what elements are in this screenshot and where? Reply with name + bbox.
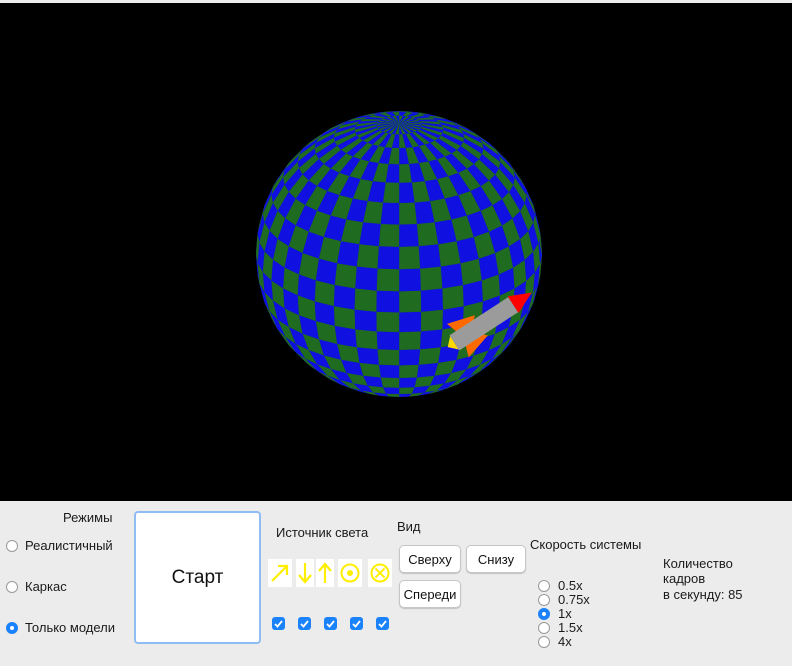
planet-tile <box>398 331 422 351</box>
planet-tile <box>359 221 382 247</box>
view-bottom-button[interactable]: Снизу <box>466 545 526 573</box>
fps-line-1: Количество <box>663 556 733 571</box>
view-front-button[interactable]: Спереди <box>399 580 461 608</box>
radio-icon[interactable] <box>538 635 550 648</box>
planet-tile <box>378 364 400 379</box>
planet-tile <box>398 364 420 379</box>
speed-label: 0.5x <box>558 578 583 593</box>
planet-tile <box>333 284 356 310</box>
fps-line-2: кадров <box>663 571 706 586</box>
planet-tile <box>398 377 418 388</box>
radio-icon[interactable] <box>538 607 550 620</box>
speed-label: 4x <box>558 634 572 649</box>
circle-x-icon[interactable] <box>368 559 392 587</box>
planet-tile <box>334 262 358 289</box>
planet-tile <box>354 309 378 332</box>
planet-tile <box>355 328 378 350</box>
circle-dot-icon[interactable] <box>338 559 362 587</box>
radio-icon[interactable] <box>6 539 18 552</box>
planet-tile <box>378 223 400 247</box>
planet-tile <box>382 386 400 395</box>
mode-wireframe-radio[interactable]: Каркас <box>6 579 67 594</box>
arrow-down-icon[interactable] <box>296 559 314 587</box>
planet-tile <box>442 284 465 310</box>
mode-realistic-radio[interactable]: Реалистичный <box>6 538 113 553</box>
light-1-checkbox[interactable] <box>272 617 285 630</box>
planet-tile <box>380 377 400 388</box>
planet-tile <box>418 243 442 269</box>
planet-tile <box>420 309 444 332</box>
planet-tile <box>382 181 400 204</box>
control-panel: Режимы Реалистичный Каркас Только модели… <box>0 501 792 666</box>
fps-value: в секунду: 85 <box>663 587 743 602</box>
planet-tile <box>377 348 400 366</box>
planet-tile <box>356 346 380 365</box>
speed-1x-radio[interactable]: 1x <box>538 606 572 621</box>
speed-label: 1x <box>558 606 572 621</box>
planet-tile <box>376 268 400 292</box>
planet-tile <box>398 223 420 247</box>
radio-icon[interactable] <box>6 580 18 593</box>
speed-0.75x-radio[interactable]: 0.75x <box>538 592 590 607</box>
arrow-up-right-icon[interactable] <box>268 559 292 587</box>
speed-label: 0.75x <box>558 592 590 607</box>
light-2-checkbox[interactable] <box>298 617 311 630</box>
planet-tile <box>376 311 400 333</box>
speed-0.5x-radio[interactable]: 0.5x <box>538 578 583 593</box>
speed-label: 1.5x <box>558 620 583 635</box>
render-viewport[interactable] <box>0 3 792 501</box>
radio-icon[interactable] <box>6 621 18 634</box>
light-4-checkbox[interactable] <box>350 617 363 630</box>
planet-tile <box>337 240 360 267</box>
planet-tile <box>398 290 422 313</box>
planet-tile <box>354 288 378 312</box>
mode-models-only-radio[interactable]: Только модели <box>6 620 115 635</box>
planet-tile <box>420 328 443 350</box>
radio-icon[interactable] <box>538 579 550 592</box>
planet-tile <box>376 331 400 351</box>
planet-tile <box>398 268 422 292</box>
planet-tile <box>398 245 421 270</box>
planet-tile <box>356 243 380 269</box>
speed-title: Скорость системы <box>530 537 642 552</box>
planet-tile <box>355 266 378 291</box>
speed-4x-radio[interactable]: 4x <box>538 634 572 649</box>
planet-tile <box>398 202 418 225</box>
planet-tile <box>420 288 444 312</box>
planet-tile <box>377 245 400 270</box>
planet-tile <box>418 346 442 365</box>
planet-tile <box>333 305 356 330</box>
light-source-title: Источник света <box>276 525 369 540</box>
mode-label: Только модели <box>25 620 116 635</box>
planet-sphere <box>256 111 542 397</box>
radio-icon[interactable] <box>538 621 550 634</box>
start-button[interactable]: Старт <box>134 511 261 644</box>
light-3-checkbox[interactable] <box>324 617 337 630</box>
planet-tile <box>440 262 464 289</box>
planet-tile <box>398 348 421 366</box>
planet-tile <box>398 311 422 333</box>
planet-tile <box>420 266 443 291</box>
planet-tile <box>376 290 400 313</box>
scene-canvas[interactable] <box>0 3 792 501</box>
view-top-button[interactable]: Сверху <box>399 545 461 573</box>
speed-1.5x-radio[interactable]: 1.5x <box>538 620 583 635</box>
view-title: Вид <box>397 519 421 534</box>
modes-title: Режимы <box>63 510 113 525</box>
light-5-checkbox[interactable] <box>376 617 389 630</box>
mode-label: Каркас <box>25 579 67 594</box>
mode-label: Реалистичный <box>25 538 113 553</box>
radio-icon[interactable] <box>538 593 550 606</box>
planet-tile <box>380 202 400 225</box>
arrow-up-icon[interactable] <box>316 559 334 587</box>
